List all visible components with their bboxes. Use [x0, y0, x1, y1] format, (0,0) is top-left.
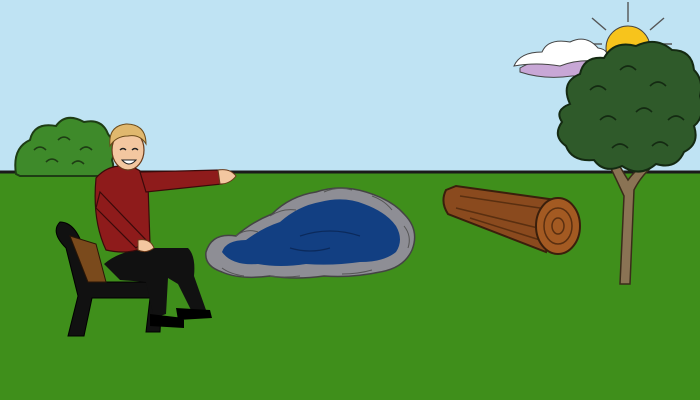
park-scene: [0, 0, 700, 400]
park-illustration: [0, 0, 700, 400]
